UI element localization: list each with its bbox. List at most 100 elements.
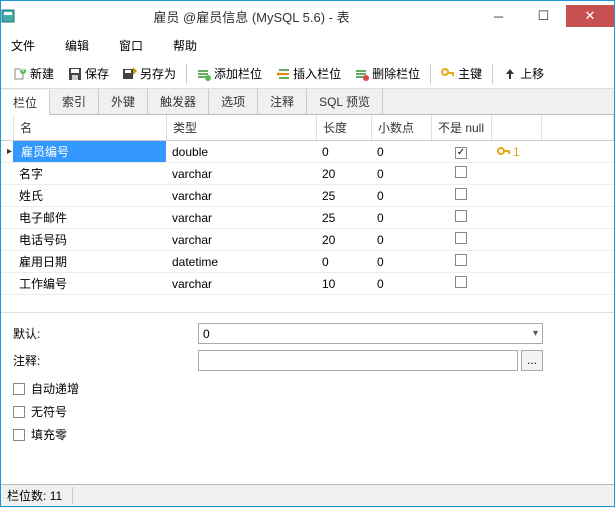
notnull-checkbox[interactable] — [455, 166, 467, 178]
table-row[interactable]: 电子邮件varchar250 — [1, 207, 614, 229]
moveup-button[interactable]: 上移 — [497, 63, 550, 84]
cell-length[interactable]: 25 — [316, 187, 371, 205]
cell-decimals[interactable]: 0 — [371, 143, 431, 161]
notnull-checkbox[interactable]: ✓ — [455, 147, 467, 159]
tab-fields[interactable]: 栏位 — [1, 90, 50, 115]
zerofill-checkbox[interactable] — [13, 429, 25, 441]
cell-notnull[interactable] — [431, 164, 491, 183]
autoinc-checkbox[interactable] — [13, 383, 25, 395]
tab-options[interactable]: 选项 — [209, 89, 258, 114]
cell-name[interactable]: 姓氏 — [13, 185, 166, 206]
insertfield-label: 插入栏位 — [293, 65, 341, 82]
col-decimals[interactable]: 小数点 — [372, 115, 432, 140]
menu-window[interactable]: 窗口 — [115, 35, 147, 56]
cell-decimals[interactable]: 0 — [371, 231, 431, 249]
cell-decimals[interactable]: 0 — [371, 165, 431, 183]
save-button[interactable]: 保存 — [62, 63, 115, 84]
notnull-checkbox[interactable] — [455, 210, 467, 222]
cell-name[interactable]: 名字 — [13, 163, 166, 184]
tab-triggers[interactable]: 触发器 — [148, 89, 209, 114]
tab-indexes[interactable]: 索引 — [50, 89, 99, 114]
cell-type[interactable]: varchar — [166, 209, 316, 227]
unsigned-checkbox[interactable] — [13, 406, 25, 418]
cell-length[interactable]: 20 — [316, 165, 371, 183]
maximize-button[interactable]: ☐ — [521, 5, 566, 27]
table-row[interactable]: 名字varchar200 — [1, 163, 614, 185]
insertfield-button[interactable]: 插入栏位 — [270, 63, 347, 84]
col-name[interactable]: 名 — [14, 115, 167, 140]
col-notnull[interactable]: 不是 null — [432, 115, 492, 140]
col-length[interactable]: 长度 — [317, 115, 372, 140]
cell-name[interactable]: 雇用日期 — [13, 251, 166, 272]
cell-type[interactable]: varchar — [166, 275, 316, 293]
table-row[interactable]: 雇用日期datetime00 — [1, 251, 614, 273]
table-row[interactable]: 姓氏varchar250 — [1, 185, 614, 207]
autoinc-label: 自动递增 — [31, 380, 79, 397]
separator — [492, 64, 493, 84]
cell-notnull[interactable] — [431, 208, 491, 227]
key-icon — [441, 67, 455, 81]
cell-decimals[interactable]: 0 — [371, 187, 431, 205]
cell-length[interactable]: 10 — [316, 275, 371, 293]
minimize-button[interactable]: ─ — [476, 5, 521, 27]
zerofill-label: 填充零 — [31, 426, 67, 443]
cell-name[interactable]: 雇员编号 — [13, 141, 166, 162]
cell-length[interactable]: 0 — [316, 253, 371, 271]
tab-comment[interactable]: 注释 — [258, 89, 307, 114]
default-label: 默认: — [13, 325, 198, 342]
addfield-icon — [197, 67, 211, 81]
menu-edit[interactable]: 编辑 — [61, 35, 93, 56]
cell-notnull[interactable]: ✓ — [431, 142, 491, 161]
cell-notnull[interactable] — [431, 274, 491, 293]
menu-file[interactable]: 文件 — [7, 35, 39, 56]
saveas-button[interactable]: 另存为 — [117, 63, 182, 84]
cell-decimals[interactable]: 0 — [371, 253, 431, 271]
cell-decimals[interactable]: 0 — [371, 209, 431, 227]
comment-input[interactable] — [198, 350, 518, 371]
grid-body: ▸雇员编号double00✓1名字varchar200姓氏varchar250电… — [1, 141, 614, 295]
cell-type[interactable]: varchar — [166, 187, 316, 205]
close-button[interactable]: ✕ — [566, 5, 614, 27]
saveas-label: 另存为 — [140, 65, 176, 82]
cell-notnull[interactable] — [431, 252, 491, 271]
notnull-checkbox[interactable] — [455, 276, 467, 288]
cell-length[interactable]: 25 — [316, 209, 371, 227]
table-row[interactable]: 工作编号varchar100 — [1, 273, 614, 295]
tab-sqlpreview[interactable]: SQL 预览 — [307, 89, 383, 114]
toolbar: + 新建 保存 另存为 添加栏位 插入栏位 删除栏位 主键 上移 — [1, 59, 614, 89]
deletefield-button[interactable]: 删除栏位 — [349, 63, 426, 84]
menu-help[interactable]: 帮助 — [169, 35, 201, 56]
cell-name[interactable]: 工作编号 — [13, 273, 166, 294]
status-fieldcount: 栏位数: 11 — [7, 487, 73, 504]
cell-type[interactable]: datetime — [166, 253, 316, 271]
cell-key: 1 — [491, 143, 541, 161]
cell-notnull[interactable] — [431, 186, 491, 205]
grid-empty-row[interactable] — [1, 295, 614, 313]
cell-length[interactable]: 20 — [316, 231, 371, 249]
cell-type[interactable]: varchar — [166, 231, 316, 249]
cell-type[interactable]: double — [166, 143, 316, 161]
grid-header: 名 类型 长度 小数点 不是 null — [1, 115, 614, 141]
scroll-area-header — [542, 115, 614, 140]
menu-bar: 文件 编辑 窗口 帮助 — [1, 31, 614, 59]
default-select[interactable]: 0 ▾ — [198, 323, 543, 344]
cell-name[interactable]: 电子邮件 — [13, 207, 166, 228]
tab-foreignkeys[interactable]: 外键 — [99, 89, 148, 114]
table-row[interactable]: 电话号码varchar200 — [1, 229, 614, 251]
notnull-checkbox[interactable] — [455, 232, 467, 244]
table-row[interactable]: ▸雇员编号double00✓1 — [1, 141, 614, 163]
col-type[interactable]: 类型 — [167, 115, 317, 140]
addfield-button[interactable]: 添加栏位 — [191, 63, 268, 84]
cell-length[interactable]: 0 — [316, 143, 371, 161]
cell-notnull[interactable] — [431, 230, 491, 249]
cell-name[interactable]: 电话号码 — [13, 229, 166, 250]
cell-decimals[interactable]: 0 — [371, 275, 431, 293]
notnull-checkbox[interactable] — [455, 188, 467, 200]
cell-type[interactable]: varchar — [166, 165, 316, 183]
new-button[interactable]: + 新建 — [7, 63, 60, 84]
comment-browse-button[interactable]: ... — [521, 350, 543, 371]
notnull-checkbox[interactable] — [455, 254, 467, 266]
deletefield-icon — [355, 67, 369, 81]
deletefield-label: 删除栏位 — [372, 65, 420, 82]
primarykey-button[interactable]: 主键 — [435, 63, 488, 84]
